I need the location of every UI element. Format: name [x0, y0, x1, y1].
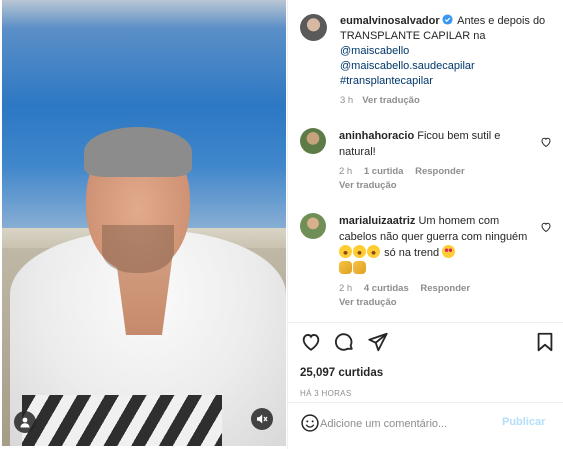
comment-meta: 2 h 4 curtidas Responder Ver tradução [339, 282, 535, 310]
heart-icon[interactable] [540, 136, 552, 148]
commenter-avatar[interactable] [300, 128, 326, 154]
comment-meta: 2 h 1 curtida Responder Ver tradução [339, 165, 535, 193]
post-video[interactable] [2, 0, 286, 446]
speaker-muted-icon[interactable] [251, 408, 273, 430]
post-timestamp[interactable]: HÁ 3 HORAS [300, 389, 351, 398]
comment-likes[interactable]: 4 curtidas [364, 283, 409, 294]
striped-pants [22, 395, 222, 446]
comment-input[interactable] [320, 415, 490, 432]
laughing-emoji-icon [339, 245, 352, 258]
reply-button[interactable]: Responder [420, 283, 470, 294]
user-tag-icon[interactable] [14, 411, 36, 433]
paper-plane-icon[interactable] [367, 331, 389, 353]
man-hair [84, 127, 192, 177]
verified-badge-icon [442, 14, 453, 25]
heart-icon[interactable] [300, 331, 322, 353]
commenter-username[interactable]: aninhahoracio [339, 130, 414, 142]
clapping-emoji-icon [339, 261, 352, 274]
commenter-avatar[interactable] [300, 213, 326, 239]
man-beard [102, 225, 174, 273]
author-username[interactable]: eumalvinosalvador [340, 15, 440, 27]
divider [288, 322, 563, 323]
commenter-username[interactable]: marialuizaatriz [339, 215, 415, 227]
laughing-emoji-icon [367, 245, 380, 258]
reply-button[interactable]: Responder [415, 166, 465, 177]
comment-icon[interactable] [333, 331, 355, 353]
clapping-emoji-icon [353, 261, 366, 274]
comment-likes[interactable]: 1 curtida [364, 166, 404, 177]
hashtag-link[interactable]: #transplantecapilar [340, 74, 552, 89]
caption-time[interactable]: 3 h [340, 95, 353, 106]
action-bar [300, 331, 556, 355]
publish-button[interactable]: Publicar [502, 416, 545, 428]
author-avatar[interactable] [300, 14, 327, 41]
comment-composer: Publicar [288, 403, 563, 443]
post-caption: eumalvinosalvador Antes e depois do TRAN… [300, 14, 552, 108]
comment-text-after: só na trend [384, 247, 440, 259]
instagram-post-modal: eumalvinosalvador Antes e depois do TRAN… [0, 0, 563, 449]
post-details-panel: eumalvinosalvador Antes e depois do TRAN… [287, 0, 563, 449]
comment-item: marialuizaatriz Um homem com cabelos não… [300, 213, 552, 310]
heart-eyes-emoji-icon [442, 245, 456, 258]
smiley-icon[interactable] [300, 413, 320, 433]
comment-time[interactable]: 2 h [339, 166, 352, 177]
likes-count[interactable]: 25,097 curtidas [300, 367, 383, 379]
heart-icon[interactable] [540, 221, 552, 233]
mention-link[interactable]: @maiscabello [340, 44, 552, 59]
mention-link[interactable]: @maiscabello.saudecapilar [340, 59, 552, 74]
laughing-emoji-icon [353, 245, 366, 258]
translate-button[interactable]: Ver tradução [339, 297, 397, 308]
translate-button[interactable]: Ver tradução [362, 95, 420, 106]
bookmark-icon[interactable] [534, 331, 556, 353]
comment-time[interactable]: 2 h [339, 283, 352, 294]
translate-button[interactable]: Ver tradução [339, 180, 397, 191]
caption-meta: 3 h Ver tradução [340, 93, 552, 108]
comment-item: aninhahoracio Ficou bem sutil e natural!… [300, 128, 552, 193]
